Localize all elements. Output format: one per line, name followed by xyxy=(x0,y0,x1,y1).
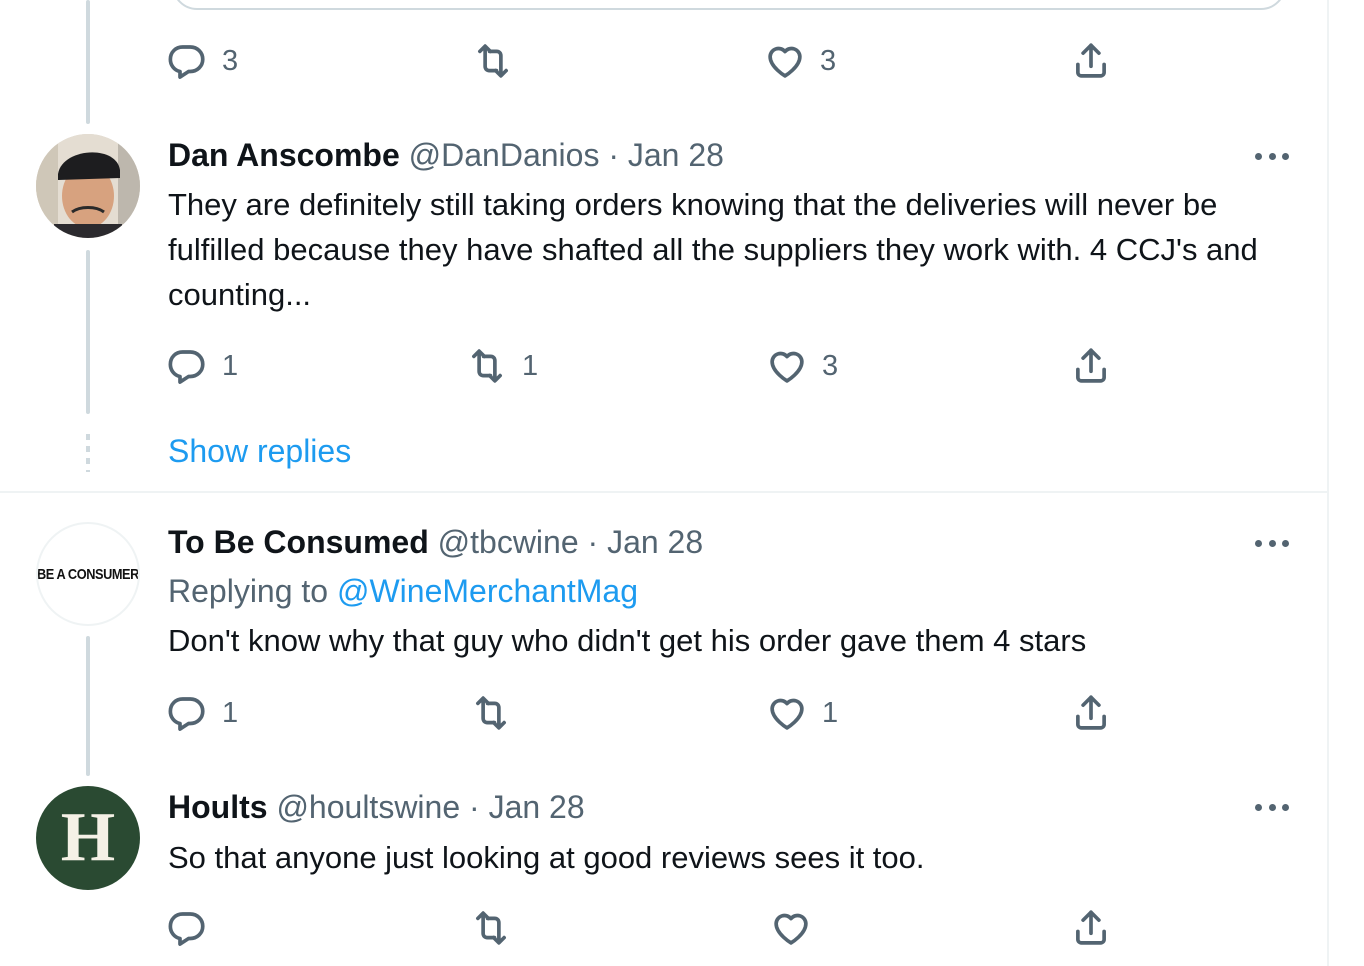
user-handle[interactable]: @houltswine xyxy=(276,789,460,825)
retweet-count: 1 xyxy=(522,349,539,382)
heart-icon xyxy=(770,907,812,949)
retweet-button[interactable] xyxy=(472,40,528,82)
like-button[interactable] xyxy=(770,907,812,949)
tweet-header: To Be Consumed @tbcwine · Jan 28 xyxy=(168,523,703,561)
like-count: 3 xyxy=(820,44,837,77)
reply-count: 1 xyxy=(222,349,239,382)
more-icon xyxy=(1255,803,1262,811)
retweet-icon xyxy=(466,345,508,387)
like-button[interactable]: 3 xyxy=(766,345,838,387)
replying-prefix: Replying to xyxy=(168,573,329,609)
thread-line xyxy=(86,0,90,124)
more-icon xyxy=(1268,539,1276,547)
share-icon xyxy=(1070,40,1112,82)
display-name[interactable]: Dan Anscombe xyxy=(168,137,400,173)
tweet-text: So that anyone just looking at good revi… xyxy=(168,840,925,875)
tweet-date[interactable]: Jan 28 xyxy=(489,789,585,825)
retweet-icon xyxy=(472,40,514,82)
thread-line xyxy=(86,636,90,776)
more-button[interactable] xyxy=(1255,538,1289,548)
share-button[interactable] xyxy=(1070,692,1112,734)
heart-icon xyxy=(764,40,806,82)
tweet-text: Don't know why that guy who didn't get h… xyxy=(168,623,1087,658)
display-name[interactable]: Hoults xyxy=(168,789,268,825)
separator: · xyxy=(608,137,619,173)
reply-count: 1 xyxy=(222,696,239,729)
share-icon xyxy=(1070,692,1112,734)
reply-icon xyxy=(166,345,208,387)
replying-to: Replying to @WineMerchantMag xyxy=(168,572,638,610)
avatar-logo-text: BE A CONSUMER xyxy=(37,565,139,583)
user-handle[interactable]: @tbcwine xyxy=(438,524,579,560)
avatar-logo-text: H xyxy=(60,799,116,876)
more-icon xyxy=(1282,539,1289,547)
user-handle[interactable]: @DanDanios xyxy=(409,137,600,173)
retweet-button[interactable] xyxy=(470,907,512,949)
more-icon xyxy=(1255,539,1262,547)
like-count: 1 xyxy=(822,696,839,729)
timeline-border xyxy=(1327,0,1329,966)
reply-icon xyxy=(166,40,208,82)
share-icon xyxy=(1070,345,1112,387)
more-button[interactable] xyxy=(1255,151,1289,161)
thread-line xyxy=(86,250,90,414)
like-button[interactable]: 3 xyxy=(764,40,836,82)
tweet-header: Hoults @houltswine · Jan 28 xyxy=(168,788,585,826)
avatar[interactable] xyxy=(36,134,140,238)
more-button[interactable] xyxy=(1255,802,1289,812)
retweet-icon xyxy=(470,692,512,734)
mention-link[interactable]: @WineMerchantMag xyxy=(337,573,638,609)
show-replies-link[interactable]: Show replies xyxy=(168,432,351,470)
reply-icon xyxy=(166,692,208,734)
like-count: 3 xyxy=(822,349,839,382)
quoted-card-bottom[interactable] xyxy=(172,0,1286,10)
share-button[interactable] xyxy=(1070,345,1112,387)
more-icon xyxy=(1282,803,1289,811)
tweet-header: Dan Anscombe @DanDanios · Jan 28 xyxy=(168,136,724,174)
more-icon xyxy=(1255,152,1262,160)
heart-icon xyxy=(766,345,808,387)
divider xyxy=(0,491,1327,493)
tweet-date[interactable]: Jan 28 xyxy=(607,524,703,560)
reply-button[interactable]: 1 xyxy=(166,345,238,387)
heart-icon xyxy=(766,692,808,734)
reply-icon xyxy=(166,907,208,949)
avatar-photo xyxy=(36,134,140,238)
reply-button[interactable]: 3 xyxy=(166,40,238,82)
tweet-text: They are definitely still taking orders … xyxy=(168,187,1258,312)
separator: · xyxy=(469,789,480,825)
share-icon xyxy=(1070,907,1112,949)
share-button[interactable] xyxy=(1070,907,1112,949)
display-name[interactable]: To Be Consumed xyxy=(168,524,429,560)
avatar[interactable]: H xyxy=(36,786,140,890)
retweet-button[interactable] xyxy=(470,692,526,734)
reply-count: 3 xyxy=(222,44,239,77)
more-icon xyxy=(1268,152,1276,160)
like-button[interactable]: 1 xyxy=(766,692,838,734)
thread-dotted-line xyxy=(86,434,90,472)
separator: · xyxy=(587,524,599,560)
more-icon xyxy=(1268,803,1276,811)
reply-button[interactable] xyxy=(166,907,208,949)
avatar[interactable]: BE A CONSUMER xyxy=(36,522,140,626)
retweet-button[interactable]: 1 xyxy=(466,345,538,387)
retweet-icon xyxy=(470,907,512,949)
tweet-date[interactable]: Jan 28 xyxy=(628,137,724,173)
more-icon xyxy=(1282,152,1289,160)
share-button[interactable] xyxy=(1070,40,1112,82)
reply-button[interactable]: 1 xyxy=(166,692,238,734)
